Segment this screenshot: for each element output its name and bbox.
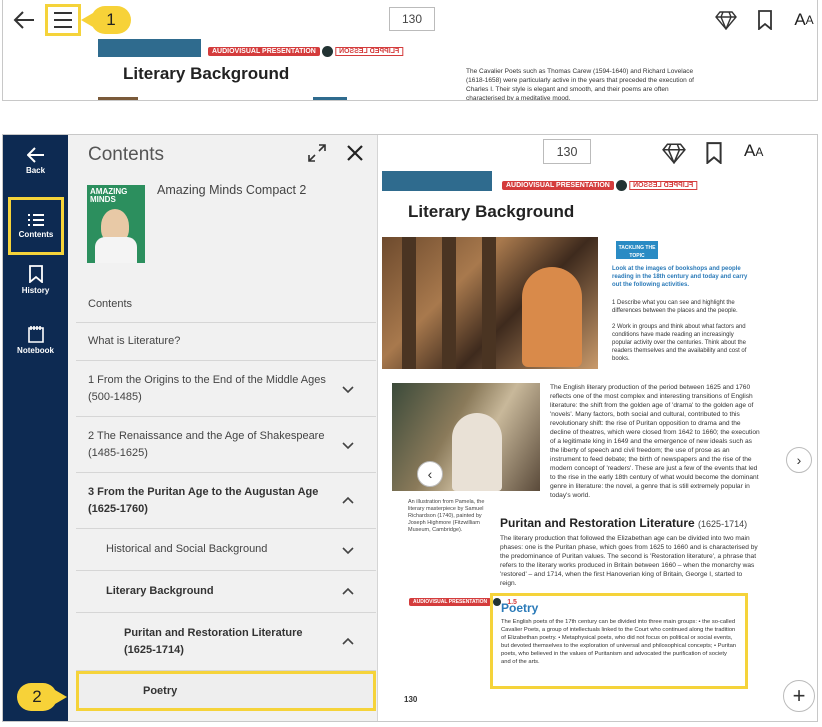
next-page-button[interactable]: › <box>786 447 812 473</box>
page-viewer: 130 AA AUDIOVISUAL PRESENTATION FLIPPED … <box>378 135 817 721</box>
chevron-down-icon <box>342 385 354 393</box>
bookmark-icon <box>28 265 43 283</box>
toc-item[interactable]: What is Literature? <box>76 323 376 361</box>
toc-item-poetry[interactable]: Poetry <box>76 671 376 711</box>
book-page: AUDIOVISUAL PRESENTATION FLIPPED LESSON … <box>382 171 762 721</box>
chevron-up-icon <box>342 637 354 645</box>
menu-hamburger-icon[interactable] <box>45 4 81 36</box>
rail-contents-button[interactable]: Contents <box>8 197 64 255</box>
side-rail: Back Contents History Notebook 2 <box>3 135 68 721</box>
rail-notebook-button[interactable]: Notebook <box>3 325 68 355</box>
diamond-icon[interactable] <box>713 7 739 33</box>
audiovisual-tag[interactable]: AUDIOVISUAL PRESENTATION FLIPPED LESSON <box>502 180 698 191</box>
bookshop-photo <box>382 237 598 369</box>
page-paragraph: The Cavalier Poets such as Thomas Carew … <box>466 68 694 101</box>
add-button[interactable]: + <box>783 680 815 712</box>
toc-item[interactable]: 3 From the Puritan Age to the Augustan A… <box>76 473 376 529</box>
toc-item[interactable]: 1 From the Origins to the End of the Mid… <box>76 361 376 417</box>
rail-back-button[interactable]: Back <box>3 147 68 175</box>
panel-title: Contents <box>88 144 165 165</box>
image-strip <box>98 97 138 100</box>
poetry-section: Poetry The English poets of the 17th cen… <box>490 593 748 689</box>
previous-page-button[interactable]: ‹ <box>417 461 443 487</box>
page-heading: Literary Background <box>408 202 575 221</box>
chevron-down-icon <box>342 441 354 449</box>
page-heading: Literary Background <box>123 64 290 83</box>
toc-list: Contents What is Literature? 1 From the … <box>76 287 376 711</box>
diamond-icon[interactable] <box>662 142 686 164</box>
toc-item[interactable]: 2 The Renaissance and the Age of Shakesp… <box>76 417 376 473</box>
audiovisual-tag[interactable]: AUDIOVISUAL PRESENTATION FLIPPED LESSON <box>208 45 404 57</box>
image-strip <box>313 97 347 100</box>
toc-item[interactable]: Literary Background <box>76 571 376 613</box>
page-header-band <box>98 39 201 57</box>
text-size-icon[interactable]: AA <box>744 141 763 161</box>
back-arrow-icon <box>26 147 44 163</box>
toc-item[interactable]: Puritan and Restoration Literature (1625… <box>76 613 376 671</box>
rail-history-button[interactable]: History <box>3 265 68 295</box>
back-arrow-icon[interactable] <box>10 6 38 34</box>
pamela-illustration <box>392 383 540 491</box>
page-header-band <box>382 171 492 191</box>
section-paragraph: The literary production that followed th… <box>500 535 758 587</box>
page-footer-number: 130 <box>404 695 418 704</box>
text-size-icon[interactable]: AA <box>791 7 817 33</box>
toc-item[interactable]: Contents <box>76 287 376 323</box>
play-icon <box>615 180 627 191</box>
tackling-the-topic: TACKLING THE TOPIC Look at the images of… <box>606 241 758 365</box>
page-number-box[interactable]: 130 <box>389 7 435 31</box>
close-icon[interactable] <box>345 143 365 163</box>
chevron-up-icon <box>342 496 354 504</box>
chevron-down-icon <box>342 546 354 554</box>
reader-screenshot: Back Contents History Notebook 2 Content… <box>2 134 818 722</box>
expand-icon[interactable] <box>308 144 326 162</box>
list-icon <box>28 214 44 226</box>
notebook-icon <box>27 326 44 343</box>
illustration-caption: An illustration from Pamela, the literar… <box>408 499 485 533</box>
toc-item[interactable]: Historical and Social Background <box>76 529 376 571</box>
toolbar-screenshot: 1 130 AA AUDIOVISUAL PRESENTATION FLIPPE… <box>2 0 818 101</box>
step-callout-2: 2 <box>17 683 67 711</box>
step-callout-1: 1 <box>81 6 131 34</box>
page-number-box[interactable]: 130 <box>543 139 591 164</box>
chevron-up-icon <box>342 587 354 595</box>
play-icon <box>321 45 333 57</box>
book-cover: AMAZING MINDS <box>87 185 145 263</box>
intro-paragraph: The English literary production of the p… <box>550 384 760 499</box>
book-title: Amazing Minds Compact 2 <box>157 183 307 197</box>
contents-panel: Contents AMAZING MINDS Amazing Minds Com… <box>68 135 378 721</box>
section-heading: Puritan and Restoration Literature (1625… <box>500 516 748 530</box>
bookmark-icon[interactable] <box>754 7 776 33</box>
bookmark-icon[interactable] <box>705 142 723 164</box>
